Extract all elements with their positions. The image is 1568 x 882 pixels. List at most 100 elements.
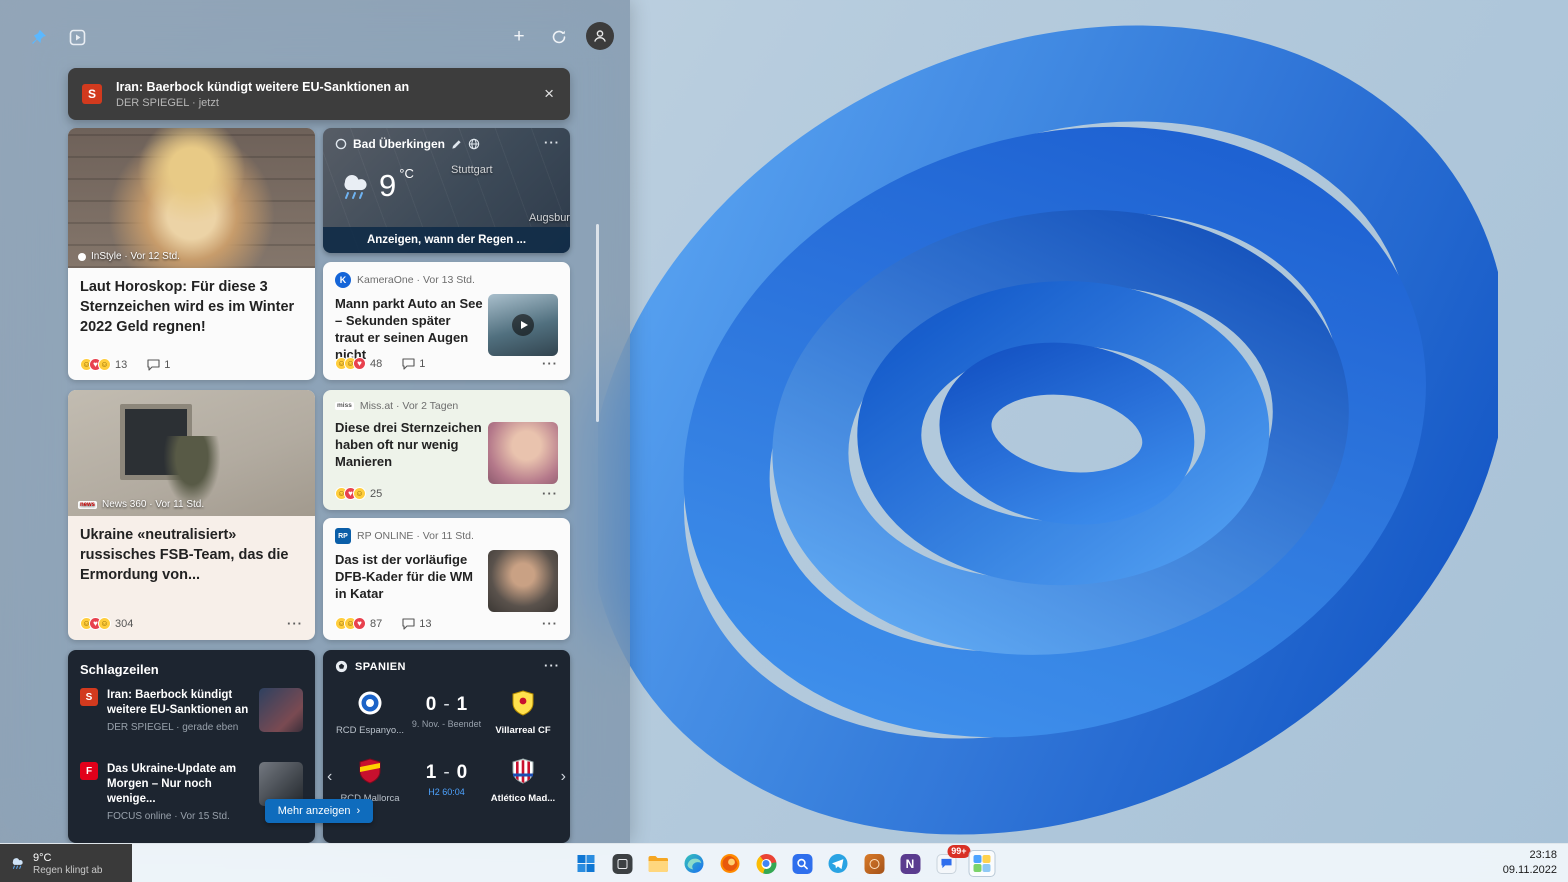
play-icon [512, 314, 534, 336]
widget-menu-icon[interactable]: ··· [544, 658, 560, 673]
match-status: H2 60:04 [428, 787, 465, 797]
edit-pencil-icon[interactable] [451, 139, 462, 150]
article-title: Mann parkt Auto an See – Sekunden später… [335, 296, 483, 363]
rain-cloud-icon [12, 858, 23, 869]
chat-app-icon[interactable]: 99+ [933, 845, 971, 877]
chrome-browser-icon[interactable] [753, 850, 780, 877]
pin-tab-icon[interactable] [26, 24, 52, 50]
photos-app-icon[interactable] [861, 850, 888, 877]
add-widget-button[interactable]: + [506, 24, 532, 50]
card-menu-icon[interactable]: ··· [287, 616, 303, 631]
reaction-count: 304 [115, 617, 134, 630]
chevron-right-icon[interactable]: › [561, 768, 566, 786]
home-team-name: RCD Espanyo... [335, 725, 405, 736]
card-menu-icon[interactable]: ··· [542, 486, 558, 501]
article-meta: Miss.at · Vor 2 Tagen [359, 400, 459, 412]
taskbar-weather-button[interactable]: 9°C Regen klingt ab [0, 844, 132, 882]
headline-source: FOCUS online · Vor 15 Std. [107, 810, 230, 822]
comments-button[interactable]: 1 [402, 358, 425, 370]
card-menu-icon[interactable]: ··· [542, 356, 558, 371]
map-label: Stuttgart [451, 164, 493, 176]
map-label: Augsburg [529, 212, 570, 224]
miss-logo-icon: miss [335, 401, 354, 411]
location-icon [335, 138, 347, 150]
taskbar: 9°C Regen klingt ab N 99+ 23:18 09.11.20… [0, 843, 1568, 882]
kameraone-logo-icon: K [335, 272, 351, 288]
article-meta: InStyle · Vor 12 Std. [91, 251, 180, 262]
match-score: 1-0 [425, 762, 468, 783]
headline-title: Iran: Baerbock kündigt weitere EU-Sankti… [107, 689, 249, 716]
comments-button[interactable]: 1 [147, 359, 170, 371]
news-card-rponline[interactable]: RP RP ONLINE · Vor 11 Std. Das ist der v… [323, 518, 570, 640]
card-menu-icon[interactable]: ··· [542, 616, 558, 631]
spiegel-logo-icon: S [82, 84, 102, 104]
reactions[interactable]: ☺ ♥ ☺ 25 [335, 487, 382, 500]
spiegel-logo-icon: S [80, 688, 98, 706]
weather-widget[interactable]: Stuttgart Augsburg Bad Überkingen ··· 9°… [323, 128, 570, 253]
globe-icon[interactable] [468, 138, 480, 150]
telegram-icon[interactable] [825, 850, 852, 877]
article-meta: KameraOne · Vor 13 Std. [357, 274, 475, 286]
weather-location: Bad Überkingen [353, 137, 446, 151]
instyle-logo-icon [78, 252, 86, 261]
article-meta: News 360 · Vor 11 Std. [102, 499, 205, 510]
sports-league-title: SPANIEN [355, 660, 406, 673]
clock-tray[interactable]: 23:18 09.11.2022 [1503, 848, 1557, 878]
headline-source: DER SPIEGEL · gerade eben [107, 721, 239, 733]
match-row[interactable]: RCD Espanyo... 0-1 9. Nov. - Beendet Vil… [333, 690, 560, 736]
task-view-icon[interactable] [609, 850, 636, 877]
start-button[interactable] [573, 850, 600, 877]
away-team-name: Atlético Mad... [490, 793, 556, 804]
mallorca-crest-icon [359, 758, 381, 784]
wallpaper-bloom [587, 20, 1509, 882]
headline-item[interactable]: S Iran: Baerbock kündigt weitere EU-Sank… [80, 688, 303, 733]
onenote-icon[interactable]: N [897, 850, 924, 877]
file-explorer-icon[interactable] [645, 850, 672, 877]
video-thumbnail[interactable] [488, 294, 558, 356]
chevron-left-icon[interactable]: ‹ [327, 768, 332, 786]
search-tool-icon[interactable] [789, 850, 816, 877]
weather-temp: 9 [379, 168, 397, 203]
taskbar-app-icons: N 99+ [573, 844, 996, 882]
reactions[interactable]: ☺ ♥ ☺ 304 [80, 617, 133, 630]
match-row[interactable]: RCD Mallorca 1-0 H2 60:04 Atlético Mad..… [333, 758, 560, 804]
profile-avatar[interactable] [586, 22, 614, 50]
reactions[interactable]: ☺ ☺ ♥ 87 [335, 617, 382, 630]
news-card-miss[interactable]: miss Miss.at · Vor 2 Tagen Diese drei St… [323, 390, 570, 510]
news360-logo-icon: news [78, 500, 98, 509]
rain-cloud-icon [344, 175, 367, 199]
news-card-kameraone[interactable]: K KameraOne · Vor 13 Std. Mann parkt Aut… [323, 262, 570, 380]
article-title: Diese drei Sternzeichen haben oft nur we… [335, 420, 482, 470]
comments-button[interactable]: 13 [402, 618, 432, 630]
focus-logo-icon: F [80, 762, 98, 780]
match-score: 0-1 [425, 694, 468, 715]
widgets-button-active[interactable] [968, 850, 996, 877]
media-tab-icon[interactable] [64, 24, 90, 50]
news-card-ukraine[interactable]: news News 360 · Vor 11 Std. Ukraine «neu… [68, 390, 315, 640]
reactions[interactable]: ☺ ♥ ☺ 13 [80, 358, 127, 371]
comment-count: 1 [164, 358, 171, 371]
away-team-name: Villarreal CF [495, 725, 551, 736]
firefox-browser-icon[interactable] [717, 850, 744, 877]
reaction-count: 87 [370, 617, 383, 630]
tray-date: 09.11.2022 [1502, 864, 1557, 876]
article-image: news News 360 · Vor 11 Std. [68, 390, 315, 516]
rain-banner[interactable]: Anzeigen, wann der Regen ... [323, 227, 570, 253]
tray-time: 23:18 [1529, 849, 1557, 862]
refresh-button[interactable] [546, 24, 572, 50]
football-icon [335, 660, 348, 673]
widget-menu-icon[interactable]: ··· [544, 135, 560, 150]
comment-count: 1 [419, 357, 426, 370]
close-icon[interactable]: × [542, 84, 556, 104]
show-more-button[interactable]: Mehr anzeigen › [265, 799, 373, 823]
chevron-right-icon: › [356, 805, 361, 817]
news-card-horoskop[interactable]: InStyle · Vor 12 Std. Laut Horoskop: Für… [68, 128, 315, 380]
article-thumbnail [488, 422, 558, 484]
rponline-logo-icon: RP [335, 528, 351, 544]
headlines-title: Schlagzeilen [80, 662, 159, 677]
reactions[interactable]: ☺ ☺ ♥ 48 [335, 357, 382, 370]
weather-unit: °C [399, 166, 414, 181]
notification-banner[interactable]: S Iran: Baerbock kündigt weitere EU-Sank… [68, 68, 570, 120]
panel-scrollbar[interactable] [596, 224, 599, 422]
edge-browser-icon[interactable] [681, 850, 708, 877]
